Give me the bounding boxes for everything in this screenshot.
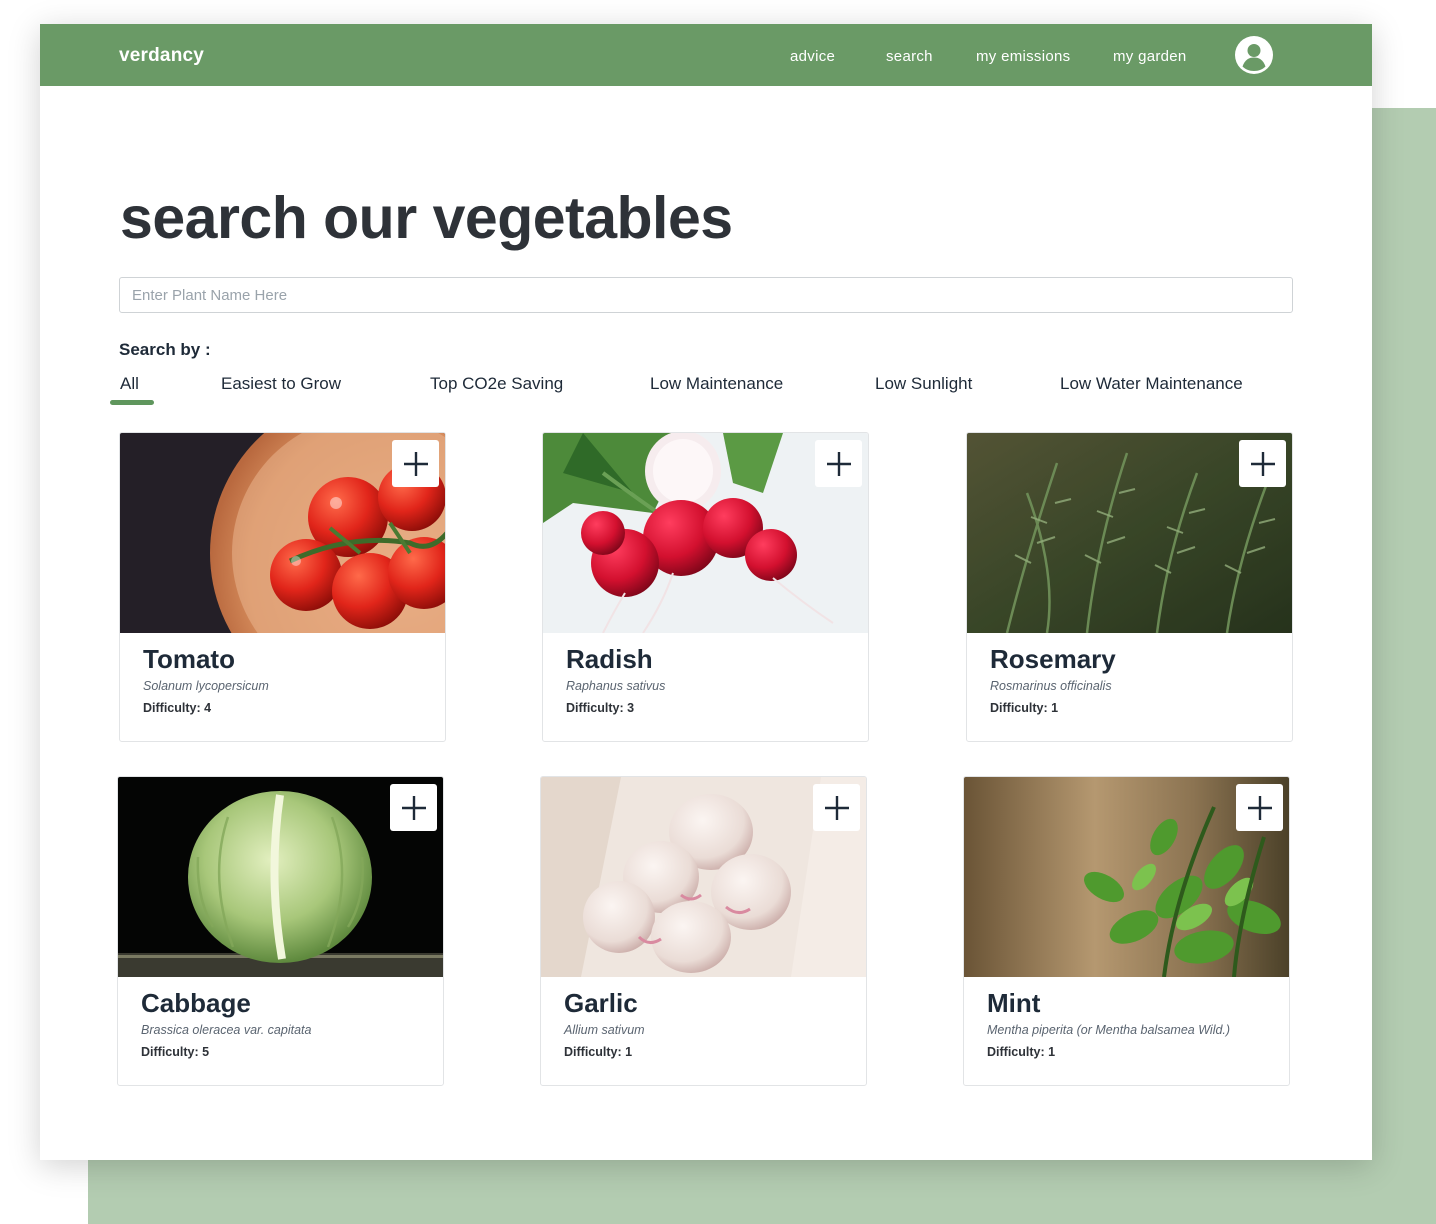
- plant-difficulty: Difficulty: 3: [566, 701, 635, 715]
- plant-name: Cabbage: [141, 988, 251, 1018]
- plant-name: Radish: [566, 644, 653, 674]
- plant-scientific-name: Mentha piperita (or Mentha balsamea Wild…: [987, 1023, 1231, 1037]
- plus-icon: [403, 451, 428, 476]
- add-to-garden-button[interactable]: [813, 784, 860, 831]
- plus-icon: [1247, 795, 1272, 820]
- plant-scientific-name: Allium sativum: [564, 1023, 645, 1037]
- plant-card-garlic[interactable]: Garlic Allium sativum Difficulty: 1: [540, 776, 867, 1086]
- plant-scientific-name: Solanum lycopersicum: [143, 679, 269, 693]
- plus-icon: [401, 795, 426, 820]
- plant-scientific-name: Raphanus sativus: [566, 679, 666, 693]
- plus-icon: [826, 451, 851, 476]
- plant-card-tomato[interactable]: Tomato Solanum lycopersicum Difficulty: …: [119, 432, 446, 742]
- plant-difficulty: Difficulty: 5: [141, 1045, 210, 1059]
- plant-scientific-name: Rosmarinus officinalis: [990, 679, 1112, 693]
- add-to-garden-button[interactable]: [815, 440, 862, 487]
- plus-icon: [824, 795, 849, 820]
- plant-scientific-name: Brassica oleracea var. capitata: [141, 1023, 312, 1037]
- plant-difficulty: Difficulty: 4: [143, 701, 212, 715]
- plant-card-mint[interactable]: Mint Mentha piperita (or Mentha balsamea…: [963, 776, 1290, 1086]
- plant-difficulty: Difficulty: 1: [990, 701, 1059, 715]
- nav-link-advice[interactable]: advice: [790, 48, 835, 65]
- add-to-garden-button[interactable]: [392, 440, 439, 487]
- add-to-garden-button[interactable]: [1239, 440, 1286, 487]
- plant-card-cabbage[interactable]: Cabbage Brassica oleracea var. capitata …: [117, 776, 444, 1086]
- active-tab-indicator: [110, 400, 154, 405]
- filter-tab-top-co2e-saving[interactable]: Top CO2e Saving: [430, 374, 563, 394]
- nav-link-my-garden[interactable]: my garden: [1113, 48, 1187, 65]
- top-navbar: verdancy advice search my emissions my g…: [40, 24, 1372, 86]
- filter-tab-low-sunlight[interactable]: Low Sunlight: [875, 374, 972, 394]
- plant-name: Mint: [987, 988, 1041, 1018]
- filter-tab-low-maintenance[interactable]: Low Maintenance: [650, 374, 783, 394]
- plus-icon: [1250, 451, 1275, 476]
- page-title: search our vegetables: [120, 185, 733, 251]
- plant-search-input[interactable]: [119, 277, 1293, 313]
- plant-card-rosemary[interactable]: Rosemary Rosmarinus officinalis Difficul…: [966, 432, 1293, 742]
- plant-difficulty: Difficulty: 1: [987, 1045, 1056, 1059]
- brand-logo[interactable]: verdancy: [119, 45, 204, 67]
- app-window: verdancy advice search my emissions my g…: [40, 24, 1372, 1160]
- plant-difficulty: Difficulty: 1: [564, 1045, 633, 1059]
- add-to-garden-button[interactable]: [1236, 784, 1283, 831]
- plant-name: Rosemary: [990, 644, 1116, 674]
- nav-link-search[interactable]: search: [886, 48, 933, 65]
- filter-tab-all[interactable]: All: [120, 374, 139, 394]
- filter-tab-easiest-to-grow[interactable]: Easiest to Grow: [221, 374, 341, 394]
- plant-card-radish[interactable]: Radish Raphanus sativus Difficulty: 3: [542, 432, 869, 742]
- search-by-label: Search by :: [119, 340, 211, 359]
- add-to-garden-button[interactable]: [390, 784, 437, 831]
- plant-name: Tomato: [143, 644, 235, 674]
- user-avatar-icon[interactable]: [1235, 36, 1273, 74]
- filter-tab-low-water-maintenance[interactable]: Low Water Maintenance: [1060, 374, 1243, 394]
- nav-link-my-emissions[interactable]: my emissions: [976, 48, 1070, 65]
- plant-name: Garlic: [564, 988, 638, 1018]
